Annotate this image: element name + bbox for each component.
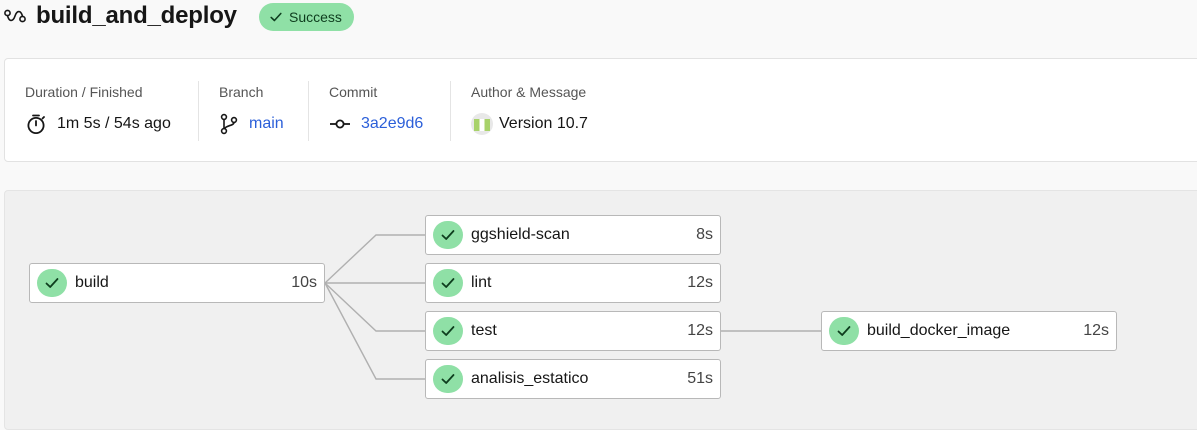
commit-icon [330, 119, 350, 129]
job-lint[interactable]: lint 12s [425, 263, 721, 303]
job-duration: 12s [1083, 322, 1109, 339]
duration-text: 1m 5s / 54s ago [57, 115, 171, 132]
check-icon [441, 326, 455, 336]
job-name: analisis_estatico [471, 370, 589, 387]
job-name: build_docker_image [867, 322, 1011, 339]
job-duration: 51s [687, 370, 713, 387]
check-icon [270, 12, 282, 22]
workflow-icon [4, 9, 26, 23]
commit-label: Commit [329, 84, 378, 100]
job-name: test [471, 322, 497, 339]
avatar [471, 113, 493, 135]
divider [198, 81, 199, 141]
check-icon [441, 230, 455, 240]
success-icon [433, 317, 463, 345]
job-duration: 12s [687, 322, 713, 339]
job-analisis-estatico[interactable]: analisis_estatico 51s [425, 359, 721, 399]
job-name: ggshield-scan [471, 226, 570, 243]
success-icon [433, 221, 463, 249]
author-label: Author & Message [471, 84, 587, 100]
page-title: build_and_deploy [36, 2, 237, 29]
duration-value: 1m 5s / 54s ago [25, 113, 171, 135]
job-duration: 10s [291, 274, 317, 291]
branch-icon [220, 113, 238, 135]
job-test[interactable]: test 12s [425, 311, 721, 351]
status-text: Success [289, 9, 342, 25]
check-icon [45, 278, 59, 288]
job-duration: 12s [687, 274, 713, 291]
summary-card: Duration / Finished 1m 5s / 54s ago Bran… [4, 58, 1197, 162]
success-icon [829, 317, 859, 345]
success-icon [433, 269, 463, 297]
job-duration: 8s [696, 226, 713, 243]
status-badge: Success [259, 3, 354, 31]
job-name: build [75, 274, 109, 291]
commit-message: Version 10.7 [499, 115, 588, 132]
check-icon [441, 278, 455, 288]
job-name: lint [471, 274, 492, 291]
divider [308, 81, 309, 141]
divider [450, 81, 451, 141]
duration-label: Duration / Finished [25, 84, 143, 100]
branch-value: main [219, 113, 284, 135]
check-icon [441, 374, 455, 384]
author-value: Version 10.7 [471, 113, 588, 135]
success-icon [37, 269, 67, 297]
job-build[interactable]: build 10s [29, 263, 325, 303]
branch-label: Branch [219, 84, 264, 100]
branch-link[interactable]: main [249, 115, 284, 133]
check-icon [837, 326, 851, 336]
commit-link[interactable]: 3a2e9d6 [361, 115, 423, 133]
commit-value: 3a2e9d6 [329, 113, 423, 135]
job-build-docker-image[interactable]: build_docker_image 12s [821, 311, 1117, 351]
job-ggshield-scan[interactable]: ggshield-scan 8s [425, 215, 721, 255]
stopwatch-icon [27, 114, 45, 134]
success-icon [433, 365, 463, 393]
